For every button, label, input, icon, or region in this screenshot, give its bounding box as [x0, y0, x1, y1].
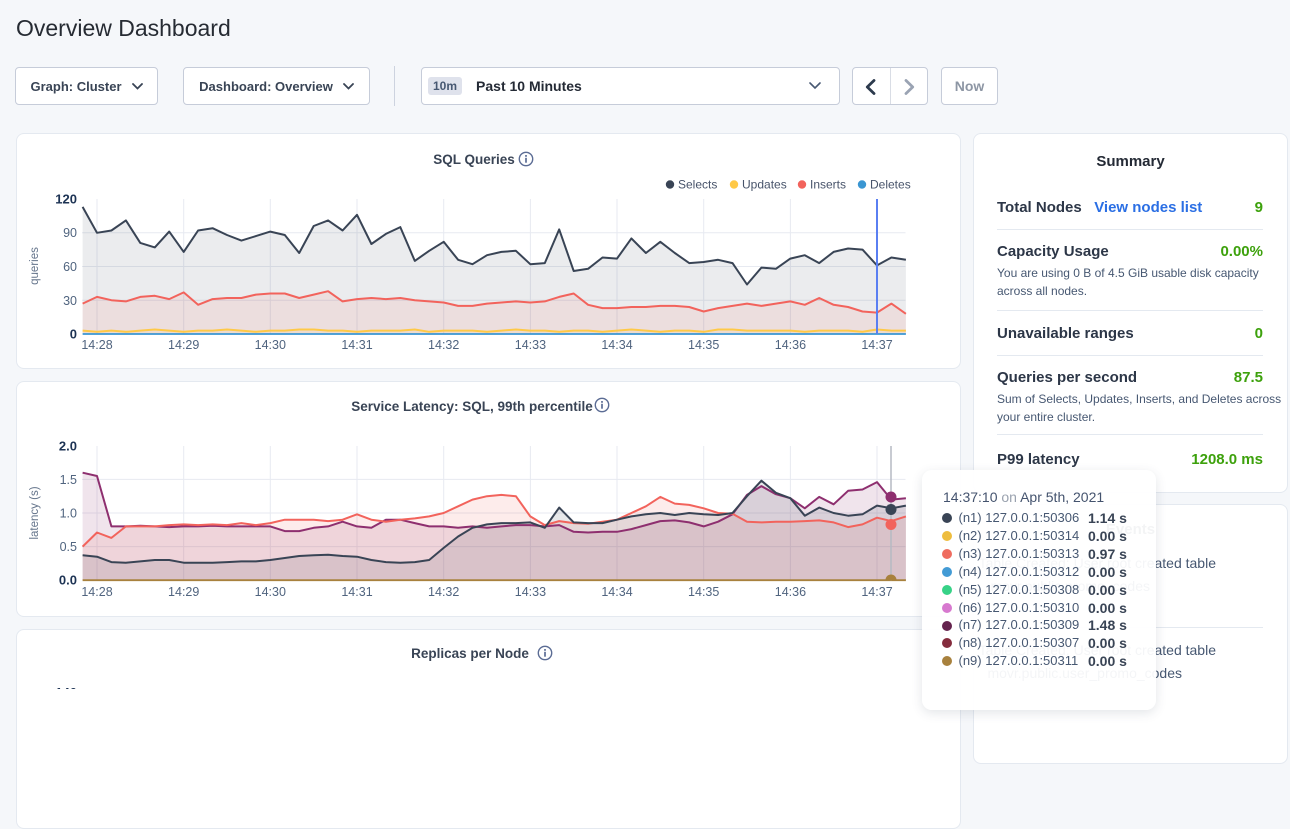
svg-text:14:33: 14:33 — [515, 585, 546, 599]
svg-text:Inserts: Inserts — [810, 178, 846, 192]
svg-text:14:30: 14:30 — [255, 338, 286, 352]
svg-text:14:32: 14:32 — [428, 338, 459, 352]
svg-text:14:34: 14:34 — [601, 585, 632, 599]
svg-text:2.0: 2.0 — [59, 438, 77, 453]
svg-text:14:35: 14:35 — [688, 585, 719, 599]
svg-text:14:32: 14:32 — [428, 585, 459, 599]
svg-text:30: 30 — [63, 294, 77, 308]
svg-text:Updates: Updates — [742, 178, 787, 192]
svg-text:Deletes: Deletes — [870, 178, 911, 192]
svg-text:14:36: 14:36 — [775, 585, 806, 599]
svg-text:90: 90 — [63, 226, 77, 240]
svg-text:14:31: 14:31 — [341, 585, 372, 599]
svg-text:0: 0 — [70, 327, 77, 342]
svg-text:14:29: 14:29 — [168, 585, 199, 599]
svg-text:latency (s): latency (s) — [29, 486, 41, 539]
svg-text:60: 60 — [63, 260, 77, 274]
svg-text:14:31: 14:31 — [341, 338, 372, 352]
svg-text:14:33: 14:33 — [515, 338, 546, 352]
svg-text:14:37: 14:37 — [861, 585, 892, 599]
svg-text:140: 140 — [55, 685, 77, 689]
svg-text:queries: queries — [29, 247, 41, 285]
svg-text:1.0: 1.0 — [60, 507, 77, 521]
svg-text:0.0: 0.0 — [59, 573, 77, 588]
svg-text:Selects: Selects — [678, 178, 717, 192]
svg-text:14:36: 14:36 — [775, 338, 806, 352]
svg-text:14:34: 14:34 — [601, 338, 632, 352]
svg-text:14:37: 14:37 — [861, 338, 892, 352]
svg-text:14:29: 14:29 — [168, 338, 199, 352]
svg-text:1.5: 1.5 — [60, 473, 77, 487]
svg-text:120: 120 — [55, 192, 77, 207]
svg-text:14:28: 14:28 — [81, 338, 112, 352]
svg-text:0.5: 0.5 — [60, 540, 77, 554]
svg-text:14:30: 14:30 — [255, 585, 286, 599]
svg-text:14:28: 14:28 — [81, 585, 112, 599]
svg-text:14:35: 14:35 — [688, 338, 719, 352]
